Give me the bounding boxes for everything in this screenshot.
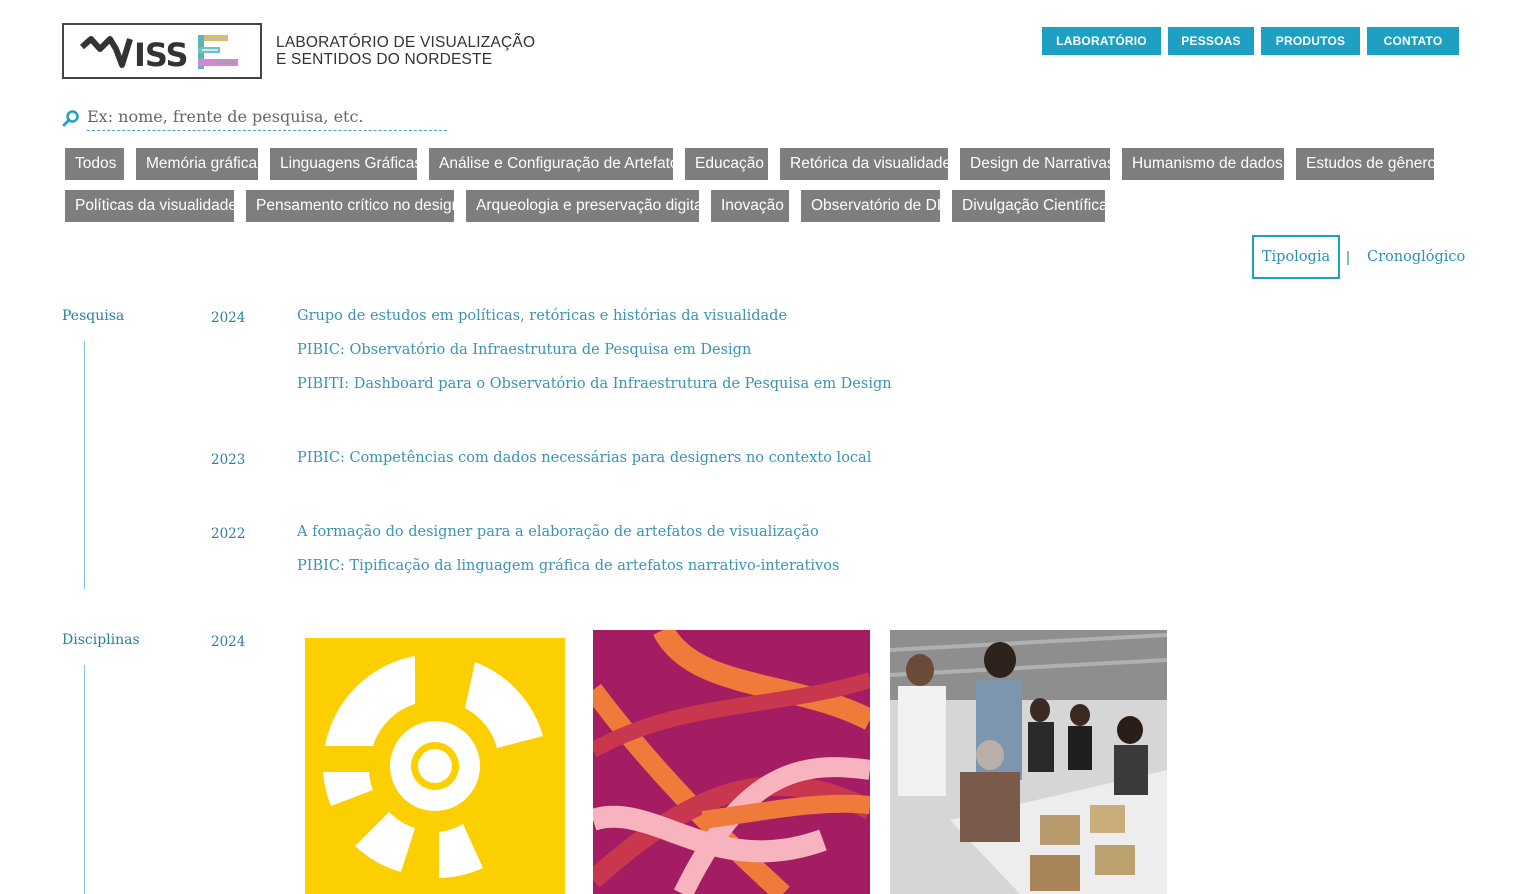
nav-contato[interactable]: CONTATO bbox=[1367, 27, 1459, 55]
view-cronologico-button[interactable]: Cronoglógico bbox=[1367, 249, 1465, 265]
logo[interactable]: ISS bbox=[62, 23, 262, 79]
filter-divulgacao-cientifica[interactable]: Divulgação Científica bbox=[952, 190, 1108, 222]
year-label: 2022 bbox=[211, 526, 246, 542]
filter-politicas-visualidade[interactable]: Políticas da visualidade bbox=[65, 190, 237, 222]
search-input[interactable] bbox=[87, 102, 447, 131]
project-link[interactable]: PIBIC: Observatório da Infraestrutura de… bbox=[297, 342, 751, 358]
course-photo[interactable] bbox=[890, 630, 1167, 894]
students-photo-icon bbox=[890, 630, 1167, 894]
filter-retorica-visualidade[interactable]: Retórica da visualidade bbox=[780, 148, 951, 180]
lab-name-line1: LABORATÓRIO DE VISUALIZAÇÃO bbox=[276, 34, 536, 51]
nav-pessoas[interactable]: PESSOAS bbox=[1168, 27, 1254, 55]
course-thumbnail[interactable] bbox=[593, 630, 870, 894]
filter-analise-configuracao[interactable]: Análise e Configuração de Artefatos bbox=[429, 148, 686, 180]
project-link[interactable]: PIBIC: Competências com dados necessária… bbox=[297, 450, 871, 466]
filter-educacao[interactable]: Educação bbox=[685, 148, 768, 180]
nav-laboratorio[interactable]: LABORATÓRIO bbox=[1042, 27, 1161, 55]
lab-name: LABORATÓRIO DE VISUALIZAÇÃO E SENTIDOS D… bbox=[276, 34, 535, 68]
svg-text:ISS: ISS bbox=[134, 36, 188, 74]
section-divider-line bbox=[84, 341, 85, 589]
section-label-pesquisa: Pesquisa bbox=[62, 308, 125, 324]
disc-graphic-icon bbox=[323, 656, 543, 878]
filter-estudos-genero[interactable]: Estudos de gênero bbox=[1296, 148, 1436, 180]
view-separator: | bbox=[1346, 249, 1350, 266]
project-link[interactable]: PIBITI: Dashboard para o Observatório da… bbox=[297, 376, 892, 392]
filter-linguagens-graficas[interactable]: Linguagens Gráficas bbox=[270, 148, 422, 180]
course-thumbnail[interactable] bbox=[305, 638, 565, 894]
visse-logo-icon: ISS bbox=[80, 35, 238, 74]
year-label: 2024 bbox=[211, 310, 246, 326]
filter-observatorio-di[interactable]: Observatório de DI bbox=[801, 190, 941, 222]
project-link[interactable]: PIBIC: Tipificação da linguagem gráfica … bbox=[297, 558, 839, 574]
filter-inovacao[interactable]: Inovação bbox=[711, 190, 789, 222]
section-divider-line bbox=[84, 665, 85, 894]
project-link[interactable]: A formação do designer para a elaboração… bbox=[297, 524, 819, 540]
filter-arqueologia-preservacao[interactable]: Arqueologia e preservação digital bbox=[466, 190, 706, 222]
lab-name-line2: E SENTIDOS DO NORDESTE bbox=[276, 51, 493, 68]
year-label: 2024 bbox=[211, 634, 246, 650]
filter-humanismo-dados[interactable]: Humanismo de dados bbox=[1122, 148, 1284, 180]
filter-design-narrativas[interactable]: Design de Narrativas bbox=[960, 148, 1115, 180]
filter-todos[interactable]: Todos bbox=[65, 148, 124, 180]
project-link[interactable]: Grupo de estudos em políticas, retóricas… bbox=[297, 308, 787, 324]
section-label-disciplinas: Disciplinas bbox=[62, 632, 140, 648]
search-icon[interactable] bbox=[62, 109, 80, 127]
year-label: 2023 bbox=[211, 452, 246, 468]
view-tipologia-button[interactable]: Tipologia bbox=[1252, 235, 1340, 279]
wave-graphic-icon bbox=[593, 630, 870, 894]
nav-produtos[interactable]: PRODUTOS bbox=[1261, 27, 1360, 55]
filter-memoria-grafica[interactable]: Memória gráfica bbox=[136, 148, 258, 180]
filter-pensamento-critico[interactable]: Pensamento crítico no design bbox=[246, 190, 460, 222]
